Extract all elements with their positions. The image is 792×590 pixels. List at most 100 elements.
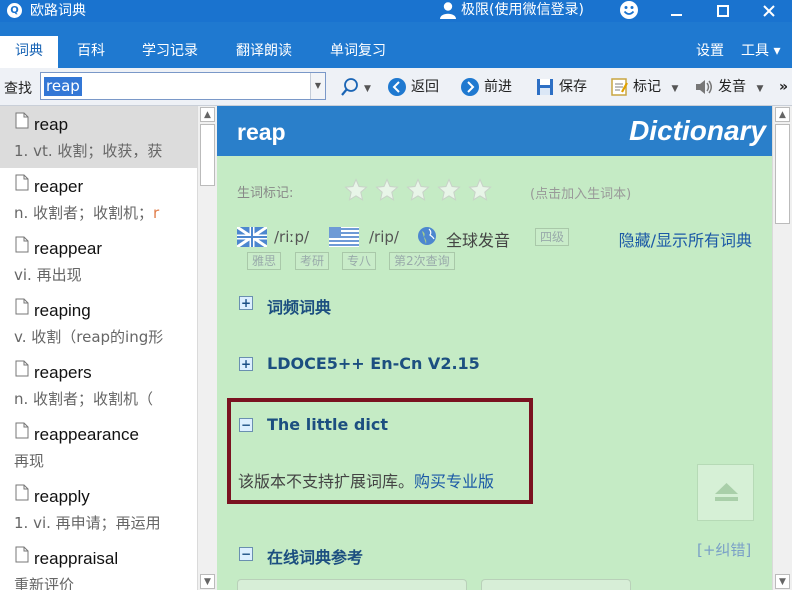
- star-icon[interactable]: [468, 178, 492, 202]
- back-arrow-icon: [388, 78, 406, 96]
- search-box[interactable]: reap ▼: [40, 72, 326, 100]
- report-error-link[interactable]: [+纠错]: [697, 539, 751, 560]
- search-selected-text: reap: [44, 77, 82, 96]
- online-dict-button[interactable]: [237, 579, 467, 590]
- document-icon: [15, 236, 29, 253]
- section-title-online-reference[interactable]: 在线词典参考: [267, 544, 363, 568]
- scroll-down-icon[interactable]: ▼: [200, 574, 215, 589]
- dictionary-scroll-thumb[interactable]: [775, 124, 790, 224]
- list-item[interactable]: reap 1. vt. 收割；收获，获: [0, 106, 197, 168]
- collapse-icon[interactable]: −: [239, 547, 253, 561]
- word-headword: reaping: [34, 301, 91, 320]
- lookup-count-tag: 第2次查询: [389, 252, 455, 270]
- list-item[interactable]: reaping v. 收割（reap的ing形: [0, 292, 197, 354]
- tab-encyclopedia[interactable]: 百科: [62, 36, 120, 68]
- expand-icon[interactable]: +: [239, 296, 253, 310]
- exam-tag: 雅思: [247, 252, 282, 270]
- tools-menu[interactable]: 工具 ▾: [741, 36, 780, 66]
- buy-pro-link[interactable]: 购买专业版: [414, 472, 494, 491]
- word-definition: 再现: [14, 452, 45, 470]
- us-flag-icon[interactable]: [329, 227, 359, 247]
- scroll-up-icon[interactable]: ▲: [775, 107, 790, 122]
- section-title-frequency[interactable]: 词频词典: [267, 294, 331, 318]
- settings-menu[interactable]: 设置: [696, 36, 724, 66]
- user-icon[interactable]: [439, 1, 457, 19]
- unsupported-message: 该版本不支持扩展词库。购买专业版: [238, 472, 495, 491]
- list-item[interactable]: reaper n. 收割者；收割机；r: [0, 168, 197, 230]
- star-icon[interactable]: [437, 178, 461, 202]
- document-icon: [15, 174, 29, 191]
- save-button[interactable]: 保存: [535, 74, 587, 100]
- word-definition: 重新评价: [14, 576, 75, 590]
- list-item[interactable]: reappearance 再现: [0, 416, 197, 478]
- exam-tag: 专八: [342, 252, 377, 270]
- minimize-icon: [671, 14, 682, 16]
- scroll-to-top-button[interactable]: [697, 464, 754, 521]
- document-icon: [15, 360, 29, 377]
- word-list-scroll-thumb[interactable]: [200, 124, 215, 186]
- expand-icon[interactable]: +: [239, 357, 253, 371]
- tab-translate-read[interactable]: 翻译朗读: [224, 36, 304, 68]
- maximize-button[interactable]: [704, 0, 742, 22]
- search-history-dropdown[interactable]: ▼: [310, 73, 325, 99]
- close-button[interactable]: [750, 0, 788, 22]
- list-item[interactable]: reapers n. 收割者；收割机（: [0, 354, 197, 416]
- list-item[interactable]: reapply 1. vi. 再申请；再运用: [0, 478, 197, 540]
- forward-button[interactable]: 前进: [460, 74, 512, 100]
- minimize-button[interactable]: [658, 0, 696, 22]
- scroll-down-icon[interactable]: ▼: [775, 574, 790, 589]
- online-dict-button[interactable]: [481, 579, 631, 590]
- search-button[interactable]: ▼: [340, 74, 371, 100]
- star-icon[interactable]: [375, 178, 399, 202]
- save-disk-icon: [537, 79, 553, 95]
- word-list: reap 1. vt. 收割；收获，获 reaper n. 收割者；收割机；r …: [0, 106, 217, 590]
- globe-icon[interactable]: [417, 226, 437, 246]
- word-headword: reapers: [34, 363, 92, 382]
- star-icon[interactable]: [344, 178, 368, 202]
- search-label: 查找: [4, 81, 32, 97]
- back-button[interactable]: 返回: [387, 74, 439, 100]
- tab-word-review[interactable]: 单词复习: [318, 36, 398, 68]
- user-login-label[interactable]: 极限(使用微信登录): [461, 1, 584, 19]
- word-definition: v. 收割（reap的ing形: [14, 328, 164, 346]
- menu-bar: 词典 百科 学习记录 翻译朗读 单词复习 设置 工具 ▾: [0, 22, 792, 68]
- dictionary-scrollbar[interactable]: ▲ ▼: [772, 106, 792, 590]
- section-title-ldoce[interactable]: LDOCE5++ En-Cn V2.15: [267, 354, 480, 373]
- tab-dictionary[interactable]: 词典: [0, 36, 58, 68]
- document-icon: [15, 422, 29, 439]
- word-definition: n. 收割者；收割机（: [14, 390, 154, 408]
- list-item[interactable]: reappear vi. 再出现: [0, 230, 197, 292]
- speak-label: 发音: [718, 79, 746, 95]
- tab-study-records[interactable]: 学习记录: [130, 36, 210, 68]
- save-label: 保存: [559, 79, 587, 95]
- us-phonetic[interactable]: /rip/: [369, 228, 399, 246]
- toolbar: 查找 reap ▼ ▼ 返回 前进 保存 标记 ▼ 发音 ▼ »: [0, 68, 792, 106]
- speak-button[interactable]: 发音 ▼: [694, 74, 763, 100]
- global-pronunciation-link[interactable]: 全球发音: [446, 227, 510, 251]
- dictionary-headword: reap: [237, 119, 286, 145]
- document-icon: [15, 546, 29, 563]
- uk-phonetic[interactable]: /riːp/: [274, 228, 309, 246]
- word-list-scrollbar[interactable]: ▲ ▼: [197, 106, 217, 590]
- word-headword: reap: [34, 115, 69, 134]
- maximize-icon: [717, 5, 729, 17]
- star-icon[interactable]: [406, 178, 430, 202]
- toggle-all-dictionaries-link[interactable]: 隐藏/显示所有词典: [619, 227, 752, 251]
- toolbar-more-button[interactable]: »: [779, 74, 788, 100]
- list-item[interactable]: reappraisal 重新评价: [0, 540, 197, 590]
- mark-button[interactable]: 标记 ▼: [609, 74, 678, 100]
- uk-flag-icon[interactable]: [237, 227, 267, 247]
- section-title-little-dict[interactable]: The little dict: [267, 415, 388, 434]
- word-definition: n. 收割者；收割机；r: [14, 204, 160, 222]
- scroll-up-icon[interactable]: ▲: [200, 107, 215, 122]
- smiley-icon[interactable]: [619, 0, 639, 20]
- arrow-up-icon: [715, 483, 738, 501]
- title-bar: Q 欧路词典 极限(使用微信登录): [0, 0, 792, 22]
- dictionary-header: reap Dictionary: [217, 106, 772, 156]
- exam-tag: 考研: [295, 252, 330, 270]
- app-title: 欧路词典: [30, 3, 86, 19]
- mark-label: 标记: [633, 79, 661, 95]
- word-definition: vi. 再出现: [14, 266, 82, 284]
- exam-tag: 四级: [535, 228, 570, 246]
- collapse-icon[interactable]: −: [239, 418, 253, 432]
